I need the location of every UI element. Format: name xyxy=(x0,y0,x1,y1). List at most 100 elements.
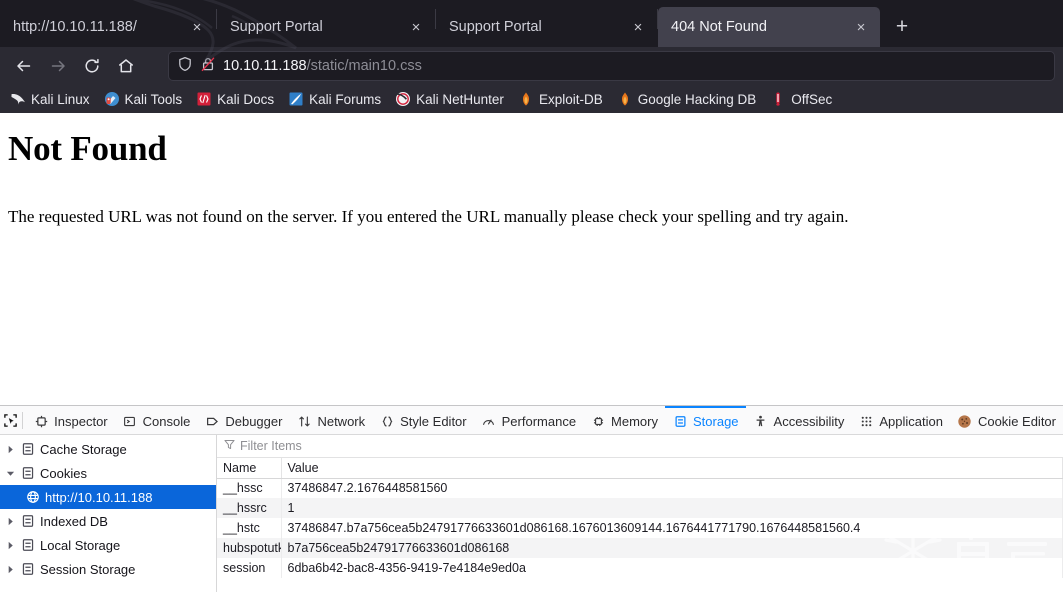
tab-console[interactable]: Console xyxy=(115,406,198,434)
database-icon xyxy=(22,539,34,551)
tree-item-cookies[interactable]: Cookies xyxy=(0,461,216,485)
bookmark-kali-docs[interactable]: Kali Docs xyxy=(190,88,280,110)
bookmark-kali-forums[interactable]: Kali Forums xyxy=(282,88,387,110)
navigation-toolbar: 10.10.11.188/static/main10.css xyxy=(0,47,1063,85)
cookie-value: 37486847.b7a756cea5b24791776633601d08616… xyxy=(281,518,1063,538)
bookmark-exploit-db[interactable]: Exploit-DB xyxy=(512,88,609,110)
tab-accessibility[interactable]: Accessibility xyxy=(746,406,852,434)
network-icon xyxy=(296,413,312,429)
tab-title: Support Portal xyxy=(449,19,542,35)
tab-inspector[interactable]: Inspector xyxy=(26,406,114,434)
accessibility-icon xyxy=(753,413,769,429)
chevron-down-icon[interactable] xyxy=(4,467,16,479)
new-tab-button[interactable]: + xyxy=(886,11,918,43)
offsec-icon xyxy=(776,92,780,106)
bookmark-kali-tools[interactable]: Kali Tools xyxy=(98,88,189,110)
tab-storage[interactable]: Storage xyxy=(665,406,746,434)
shield-icon[interactable] xyxy=(177,56,193,77)
memory-icon xyxy=(590,413,606,429)
tree-item-cache-storage[interactable]: Cache Storage xyxy=(0,437,216,461)
reload-icon[interactable] xyxy=(76,51,108,81)
table-row[interactable]: __hssc 37486847.2.1676448581560 xyxy=(217,478,1063,498)
page-content: Not Found The requested URL was not foun… xyxy=(0,113,1063,405)
bookmark-label: Kali Linux xyxy=(31,91,90,107)
tab-network[interactable]: Network xyxy=(289,406,372,434)
tree-item-session-storage[interactable]: Session Storage xyxy=(0,557,216,581)
home-icon[interactable] xyxy=(110,51,142,81)
column-header-value[interactable]: Value xyxy=(281,458,1063,479)
url-host: 10.10.11.188 xyxy=(223,58,307,74)
tab-close-icon[interactable]: × xyxy=(405,16,427,38)
console-icon xyxy=(122,413,138,429)
tab-title: Support Portal xyxy=(230,19,323,35)
tab-performance[interactable]: Performance xyxy=(474,406,583,434)
filter-icon xyxy=(224,437,235,455)
table-row[interactable]: hubspotutk b7a756cea5b24791776633601d086… xyxy=(217,538,1063,558)
bookmark-label: Exploit-DB xyxy=(538,91,603,107)
tree-item-label: Cookies xyxy=(40,465,87,481)
tree-item-label: Session Storage xyxy=(40,561,136,577)
tab-style-editor[interactable]: Style Editor xyxy=(372,406,473,434)
storage-table-panel: Filter Items Name Value __hssc 37486847.… xyxy=(217,435,1063,592)
tab-cookie-editor[interactable]: Cookie Editor xyxy=(950,406,1063,434)
cookie-icon xyxy=(957,413,973,429)
tab-strip: http://10.10.11.188/ × Support Portal × … xyxy=(0,0,1063,62)
tab-3-active[interactable]: 404 Not Found × xyxy=(658,7,880,47)
tab-debugger[interactable]: Debugger xyxy=(197,406,289,434)
bookmark-kali-nethunter[interactable]: Kali NetHunter xyxy=(389,88,510,110)
url-text[interactable]: 10.10.11.188/static/main10.css xyxy=(223,58,422,74)
bookmark-offsec[interactable]: OffSec xyxy=(764,88,838,110)
devtools-body: Cache Storage Cookies http://10.10.11.18… xyxy=(0,435,1063,592)
chevron-right-icon[interactable] xyxy=(4,443,16,455)
tab-close-icon[interactable]: × xyxy=(850,16,872,38)
forward-arrow-icon[interactable] xyxy=(42,51,74,81)
tab-memory[interactable]: Memory xyxy=(583,406,665,434)
tab-close-icon[interactable]: × xyxy=(186,16,208,38)
cookie-name: hubspotutk xyxy=(217,538,282,558)
bookmark-label: OffSec xyxy=(791,91,833,107)
back-arrow-icon[interactable] xyxy=(8,51,40,81)
element-picker-icon[interactable] xyxy=(2,407,20,434)
bookmark-google-hacking-db[interactable]: Google Hacking DB xyxy=(611,88,763,110)
table-header-row: Name Value xyxy=(217,458,1063,479)
tab-label: Application xyxy=(879,413,943,429)
chevron-right-icon[interactable] xyxy=(4,563,16,575)
tab-close-icon[interactable]: × xyxy=(627,16,649,38)
tab-label: Network xyxy=(317,413,366,429)
storage-icon xyxy=(672,413,688,429)
browser-window: http://10.10.11.188/ × Support Portal × … xyxy=(0,0,1063,592)
tree-item-label: Cache Storage xyxy=(40,441,127,457)
storage-tree: Cache Storage Cookies http://10.10.11.18… xyxy=(0,435,217,592)
chevron-right-icon[interactable] xyxy=(4,515,16,527)
kali-dragon-icon xyxy=(11,94,25,105)
column-header-name[interactable]: Name xyxy=(217,458,282,479)
bookmark-label: Kali Docs xyxy=(217,91,275,107)
filter-bar[interactable]: Filter Items xyxy=(217,435,1063,458)
tab-label: Console xyxy=(142,413,191,429)
tree-item-indexed-db[interactable]: Indexed DB xyxy=(0,509,216,533)
tab-application[interactable]: Application xyxy=(851,406,950,434)
tree-item-local-storage[interactable]: Local Storage xyxy=(0,533,216,557)
url-bar[interactable]: 10.10.11.188/static/main10.css xyxy=(168,51,1055,81)
table-row[interactable]: __hssrc 1 xyxy=(217,498,1063,518)
database-icon xyxy=(22,563,34,575)
cookie-value: b7a756cea5b24791776633601d086168 xyxy=(281,538,1063,558)
tab-label: Accessibility xyxy=(773,413,845,429)
broken-lock-icon[interactable] xyxy=(200,56,216,77)
google-hacking-db-icon xyxy=(621,92,628,106)
kali-nethunter-icon xyxy=(396,92,411,106)
tab-0[interactable]: http://10.10.11.188/ × xyxy=(0,7,216,47)
filter-input[interactable]: Filter Items xyxy=(240,439,302,453)
bookmark-kali-linux[interactable]: Kali Linux xyxy=(4,88,96,110)
cookie-value: 1 xyxy=(281,498,1063,518)
chevron-right-icon[interactable] xyxy=(4,539,16,551)
table-row[interactable]: __hstc 37486847.b7a756cea5b2479177663360… xyxy=(217,518,1063,538)
bookmark-label: Kali NetHunter xyxy=(416,91,504,107)
page-body-text: The requested URL was not found on the s… xyxy=(8,207,849,227)
tab-label: Inspector xyxy=(54,413,108,429)
tab-1[interactable]: Support Portal × xyxy=(217,7,435,47)
table-row[interactable]: session 6dba6b42-bac8-4356-9419-7e4184e9… xyxy=(217,558,1063,578)
tab-2[interactable]: Support Portal × xyxy=(436,7,657,47)
page-title: Not Found xyxy=(8,129,167,168)
tree-item-cookie-origin[interactable]: http://10.10.11.188 xyxy=(0,485,216,509)
